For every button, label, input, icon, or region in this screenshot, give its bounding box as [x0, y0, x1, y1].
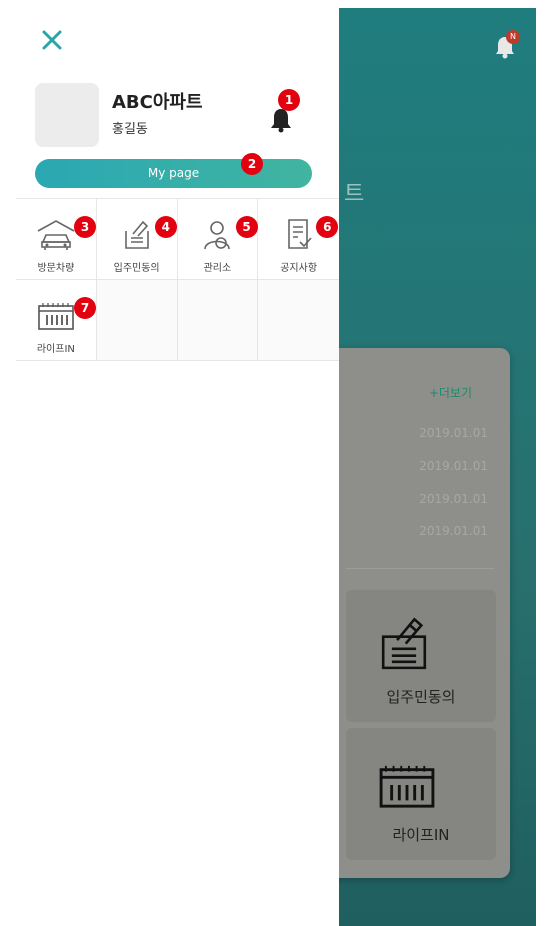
- menu-item-label: 입주민동의: [113, 263, 160, 274]
- menu-item-visitor-car[interactable]: 3 방문차량: [16, 199, 97, 280]
- menu-empty-cell: [177, 280, 259, 361]
- vote-box-icon: [124, 220, 149, 249]
- background-card: +더보기 2019.01.01 2019.01.01 2019.01.01 20…: [322, 348, 510, 878]
- card-divider: [346, 568, 494, 569]
- notice-date: 2019.01.01: [419, 524, 488, 538]
- apartment-name: ABC아파트: [112, 92, 203, 113]
- menu-item-label: 방문차량: [37, 263, 75, 274]
- more-link[interactable]: +더보기: [429, 384, 472, 401]
- callout-marker-3: 3: [74, 216, 96, 238]
- calendar-icon: [38, 303, 74, 330]
- car-garage-icon: [37, 220, 75, 250]
- profile-avatar: [35, 83, 99, 147]
- menu-item-life-in[interactable]: 7 라이프IN: [16, 280, 97, 361]
- tile-label: 입주민동의: [386, 688, 456, 706]
- callout-marker-6: 6: [316, 216, 339, 238]
- side-drawer: ABC아파트 홍길동 1 My page 2 3 방문차량 4 입주민동의 5 …: [16, 8, 339, 926]
- menu-empty-cell: [258, 280, 339, 361]
- background-heading-fragment: 트: [344, 182, 365, 207]
- tile-label: 라이프IN: [392, 826, 450, 844]
- callout-marker-2: 2: [241, 153, 263, 175]
- callout-marker-7: 7: [74, 297, 96, 319]
- callout-marker-1: 1: [278, 89, 300, 111]
- menu-item-label: 공지사항: [280, 263, 318, 274]
- user-name: 홍길동: [112, 122, 148, 137]
- notice-date: 2019.01.01: [419, 492, 488, 506]
- menu-item-label: 라이프IN: [36, 344, 75, 355]
- mypage-button[interactable]: My page: [35, 159, 312, 188]
- calendar-icon: [379, 765, 435, 808]
- app-frame: N 트 +더보기 2019.01.01 2019.01.01 2019.01.0…: [16, 8, 536, 926]
- close-button[interactable]: [40, 28, 64, 52]
- menu-grid: 3 방문차량 4 입주민동의 5 관리소 6 공지사항 7 라이프IN: [16, 198, 339, 361]
- background-tile-life[interactable]: 라이프IN: [346, 728, 496, 860]
- menu-item-resident-consent[interactable]: 4 입주민동의: [96, 199, 178, 280]
- notice-date: 2019.01.01: [419, 426, 488, 440]
- notice-icon: [287, 219, 312, 249]
- notice-date: 2019.01.01: [419, 459, 488, 473]
- menu-empty-cell: [96, 280, 178, 361]
- callout-marker-4: 4: [154, 216, 177, 238]
- menu-item-label: 관리소: [203, 263, 232, 274]
- background-tile-vote[interactable]: 입주민동의: [346, 590, 496, 722]
- close-icon: [42, 30, 62, 50]
- manager-icon: [204, 221, 231, 250]
- notification-badge: N: [506, 30, 520, 44]
- menu-item-notice[interactable]: 6 공지사항: [258, 199, 339, 280]
- callout-marker-5: 5: [235, 216, 258, 238]
- menu-item-management-office[interactable]: 5 관리소: [177, 199, 259, 280]
- background-bell-button[interactable]: N: [494, 30, 520, 60]
- vote-box-icon: [381, 617, 427, 670]
